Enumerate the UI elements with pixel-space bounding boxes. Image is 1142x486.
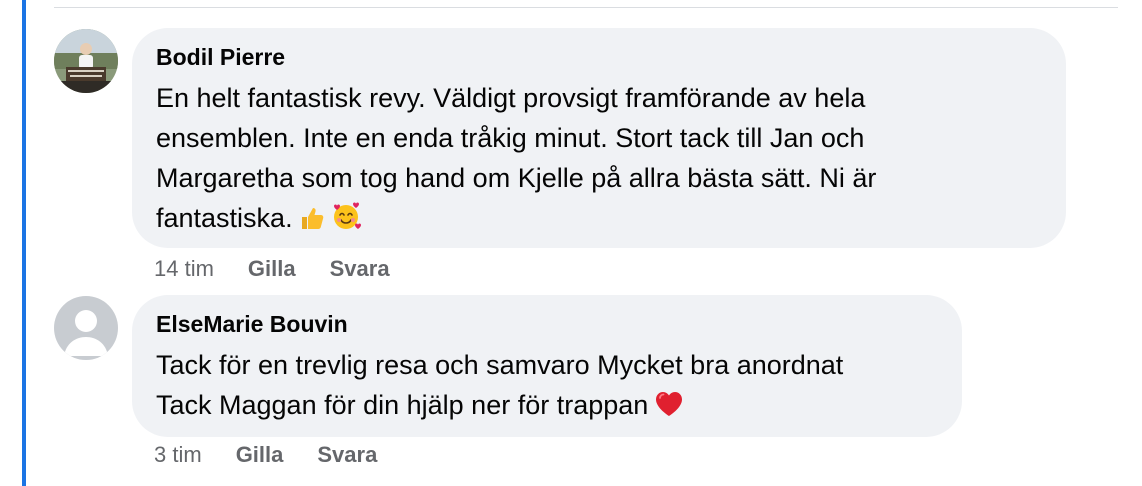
- avatar-photo: [54, 29, 118, 93]
- comment-bubble: Bodil Pierre En helt fantastisk revy. Vä…: [132, 28, 1066, 248]
- comment-timestamp[interactable]: 3 tim: [154, 442, 202, 468]
- default-avatar-icon: [54, 296, 118, 360]
- comment-author[interactable]: ElseMarie Bouvin: [156, 309, 938, 339]
- comment-text: Tack för en trevlig resa och samvaro Myc…: [156, 350, 844, 420]
- smiling-face-with-hearts-emoji: [331, 201, 361, 236]
- thread-indicator-bar: [22, 0, 26, 486]
- divider: [54, 7, 1118, 8]
- like-button[interactable]: Gilla: [236, 442, 284, 468]
- thumbs-up-emoji: [299, 205, 325, 236]
- like-button[interactable]: Gilla: [248, 256, 296, 282]
- red-heart-emoji: [654, 390, 684, 423]
- avatar[interactable]: [54, 29, 118, 93]
- comment: Bodil Pierre En helt fantastisk revy. Vä…: [54, 28, 1074, 288]
- comment: ElseMarie Bouvin Tack för en trevlig res…: [54, 295, 974, 475]
- comment-author[interactable]: Bodil Pierre: [156, 42, 1042, 72]
- comment-text: En helt fantastisk revy. Väldigt provsig…: [156, 83, 877, 233]
- comment-actions: 14 tim Gilla Svara: [154, 256, 424, 282]
- comment-timestamp[interactable]: 14 tim: [154, 256, 214, 282]
- reply-button[interactable]: Svara: [330, 256, 390, 282]
- reply-button[interactable]: Svara: [317, 442, 377, 468]
- avatar[interactable]: [54, 296, 118, 360]
- comment-bubble: ElseMarie Bouvin Tack för en trevlig res…: [132, 295, 962, 437]
- comment-actions: 3 tim Gilla Svara: [154, 442, 411, 468]
